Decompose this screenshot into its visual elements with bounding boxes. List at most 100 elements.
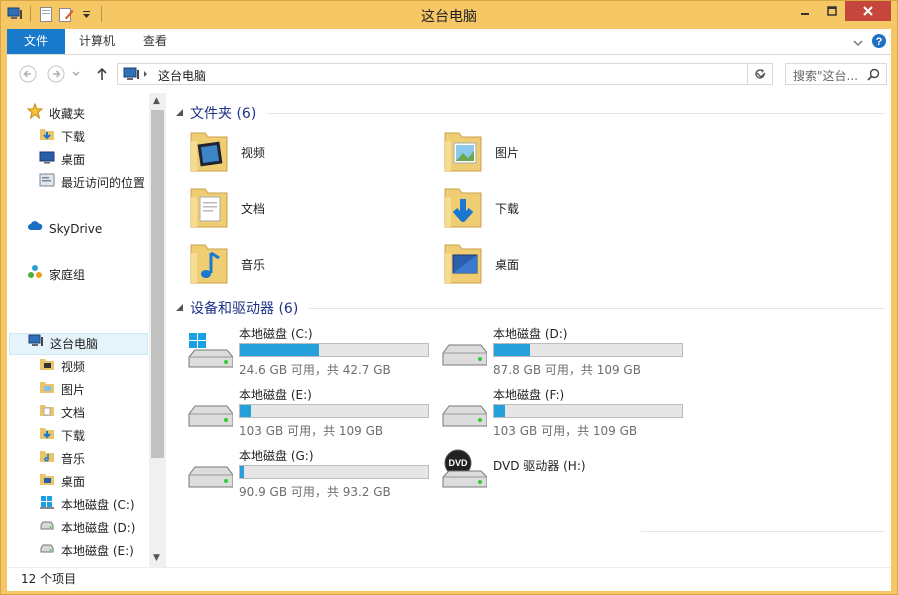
pictures-folder-icon <box>441 127 485 178</box>
folder-downloads[interactable]: 下载 <box>441 183 519 234</box>
drive-size: 103 GB 可用，共 109 GB <box>493 424 638 438</box>
drive-name: DVD 驱动器 (H:) <box>493 459 586 473</box>
drive-usage-fill <box>494 405 506 417</box>
collapse-group-icon[interactable] <box>175 105 184 121</box>
back-button[interactable] <box>19 65 37 83</box>
window-title: 这台电脑 <box>421 9 477 25</box>
drive-c[interactable]: 本地磁盘 (C:) 24.6 GB 可用，共 42.7 GB <box>187 325 437 381</box>
drive-name: 本地磁盘 (G:) <box>239 449 314 463</box>
sidebar-item-downloads-pc[interactable]: 下载 <box>39 425 85 447</box>
scrollbar-thumb[interactable] <box>151 110 164 458</box>
drive-e[interactable]: 本地磁盘 (E:) 103 GB 可用，共 109 GB <box>187 386 437 442</box>
sidebar-scrollbar[interactable]: ▲ ▼ <box>149 93 166 567</box>
close-button[interactable] <box>845 1 891 21</box>
drive-usage-fill <box>494 344 530 356</box>
documents-folder-icon <box>39 402 55 425</box>
recent-locations-dropdown[interactable] <box>71 65 81 83</box>
sidebar-item-videos[interactable]: 视频 <box>39 356 85 378</box>
sidebar-item-homegroup[interactable]: 家庭组 <box>27 264 85 286</box>
maximize-button[interactable] <box>818 1 845 21</box>
star-icon <box>26 102 44 126</box>
folder-music[interactable]: 音乐 <box>187 239 265 290</box>
drive-f[interactable]: 本地磁盘 (F:) 103 GB 可用，共 109 GB <box>441 386 691 442</box>
window-controls <box>791 1 891 21</box>
drive-icon <box>441 394 488 435</box>
folder-videos[interactable]: 视频 <box>187 127 265 178</box>
sidebar-item-desktop-pc[interactable]: 桌面 <box>39 471 85 493</box>
drive-d[interactable]: 本地磁盘 (D:) 87.8 GB 可用，共 109 GB <box>441 325 691 381</box>
sidebar-item-favorites[interactable]: 收藏夹 <box>26 102 85 126</box>
drive-usage-bar <box>239 465 429 479</box>
music-folder-icon <box>39 448 55 471</box>
sidebar-item-skydrive[interactable]: SkyDrive <box>27 218 102 240</box>
sidebar-item-desktop[interactable]: 桌面 <box>39 149 85 171</box>
drive-name: 本地磁盘 (E:) <box>239 388 312 402</box>
folder-documents[interactable]: 文档 <box>187 183 265 234</box>
sidebar-item-downloads[interactable]: 下载 <box>39 126 85 148</box>
expand-ribbon-icon[interactable] <box>853 36 863 50</box>
sidebar-item-music[interactable]: 音乐 <box>39 448 85 470</box>
desktop-folder-icon <box>441 239 485 290</box>
system-drive-icon <box>39 494 55 517</box>
forward-button[interactable] <box>47 65 65 83</box>
folder-pictures[interactable]: 图片 <box>441 127 519 178</box>
desktop-icon <box>39 149 55 172</box>
videos-folder-icon <box>187 127 231 178</box>
title-bar: 这台电脑 <box>1 1 897 29</box>
group-divider <box>309 308 885 309</box>
sidebar-item-recent-places[interactable]: 最近访问的位置 <box>39 172 145 194</box>
tab-file[interactable]: 文件 <box>7 29 65 54</box>
drive-name: 本地磁盘 (F:) <box>493 388 565 402</box>
search-input[interactable]: 搜索"这台... <box>785 63 887 85</box>
sidebar-item-this-pc[interactable]: 这台电脑 <box>9 333 148 355</box>
search-icon[interactable] <box>867 68 880 84</box>
sidebar-item-drive-c[interactable]: 本地磁盘 (C:) <box>39 494 135 516</box>
breadcrumb[interactable]: 这台电脑 <box>158 67 206 84</box>
folders-group-header[interactable]: 文件夹 (6) <box>175 103 256 123</box>
collapse-group-icon[interactable] <box>175 300 184 316</box>
desktop-folder-icon <box>39 471 55 494</box>
drives-group-header[interactable]: 设备和驱动器 (6) <box>175 298 298 318</box>
up-button[interactable] <box>93 65 111 83</box>
ribbon-tabs: 文件 计算机 查看 ? <box>7 29 891 55</box>
sidebar-item-drive-e[interactable]: 本地磁盘 (E:) <box>39 540 134 562</box>
drive-icon <box>39 517 55 540</box>
documents-folder-icon <box>187 183 231 234</box>
recent-places-icon <box>39 172 55 195</box>
tab-view[interactable]: 查看 <box>129 29 181 54</box>
drive-name: 本地磁盘 (D:) <box>493 327 568 341</box>
sidebar-item-documents[interactable]: 文档 <box>39 402 85 424</box>
search-placeholder: 搜索"这台... <box>793 69 858 83</box>
svg-text:DVD: DVD <box>448 458 468 468</box>
drive-name: 本地磁盘 (C:) <box>239 327 313 341</box>
drive-size: 87.8 GB 可用，共 109 GB <box>493 363 641 377</box>
pictures-folder-icon <box>39 379 55 402</box>
minimize-button[interactable] <box>791 1 818 21</box>
drive-g[interactable]: 本地磁盘 (G:) 90.9 GB 可用，共 93.2 GB <box>187 447 437 503</box>
drive-dvd[interactable]: DVD DVD 驱动器 (H:) <box>441 447 691 503</box>
drive-usage-fill <box>240 466 244 478</box>
videos-folder-icon <box>39 356 55 379</box>
downloads-folder-icon <box>441 183 485 234</box>
address-bar[interactable]: 这台电脑 <box>117 63 773 85</box>
group-divider <box>267 113 885 114</box>
scroll-up-icon[interactable]: ▲ <box>153 96 160 106</box>
scroll-down-icon[interactable]: ▼ <box>153 553 160 563</box>
music-folder-icon <box>187 239 231 290</box>
drive-icon <box>441 333 488 374</box>
sidebar-item-drive-d[interactable]: 本地磁盘 (D:) <box>39 517 135 539</box>
item-count: 12 个项目 <box>21 572 77 586</box>
group-divider <box>641 531 885 532</box>
drive-usage-bar <box>239 343 429 357</box>
navigation-bar: 这台电脑 搜索"这台... <box>7 55 891 93</box>
help-icon[interactable]: ? <box>871 33 887 52</box>
tab-computer[interactable]: 计算机 <box>65 29 129 54</box>
homegroup-icon <box>27 264 43 287</box>
sidebar-item-pictures[interactable]: 图片 <box>39 379 85 401</box>
folder-desktop[interactable]: 桌面 <box>441 239 519 290</box>
refresh-button[interactable] <box>747 63 773 85</box>
downloads-folder-icon <box>39 126 55 149</box>
cloud-icon <box>27 218 43 241</box>
status-bar: 12 个项目 <box>7 567 891 591</box>
computer-icon <box>28 333 44 356</box>
